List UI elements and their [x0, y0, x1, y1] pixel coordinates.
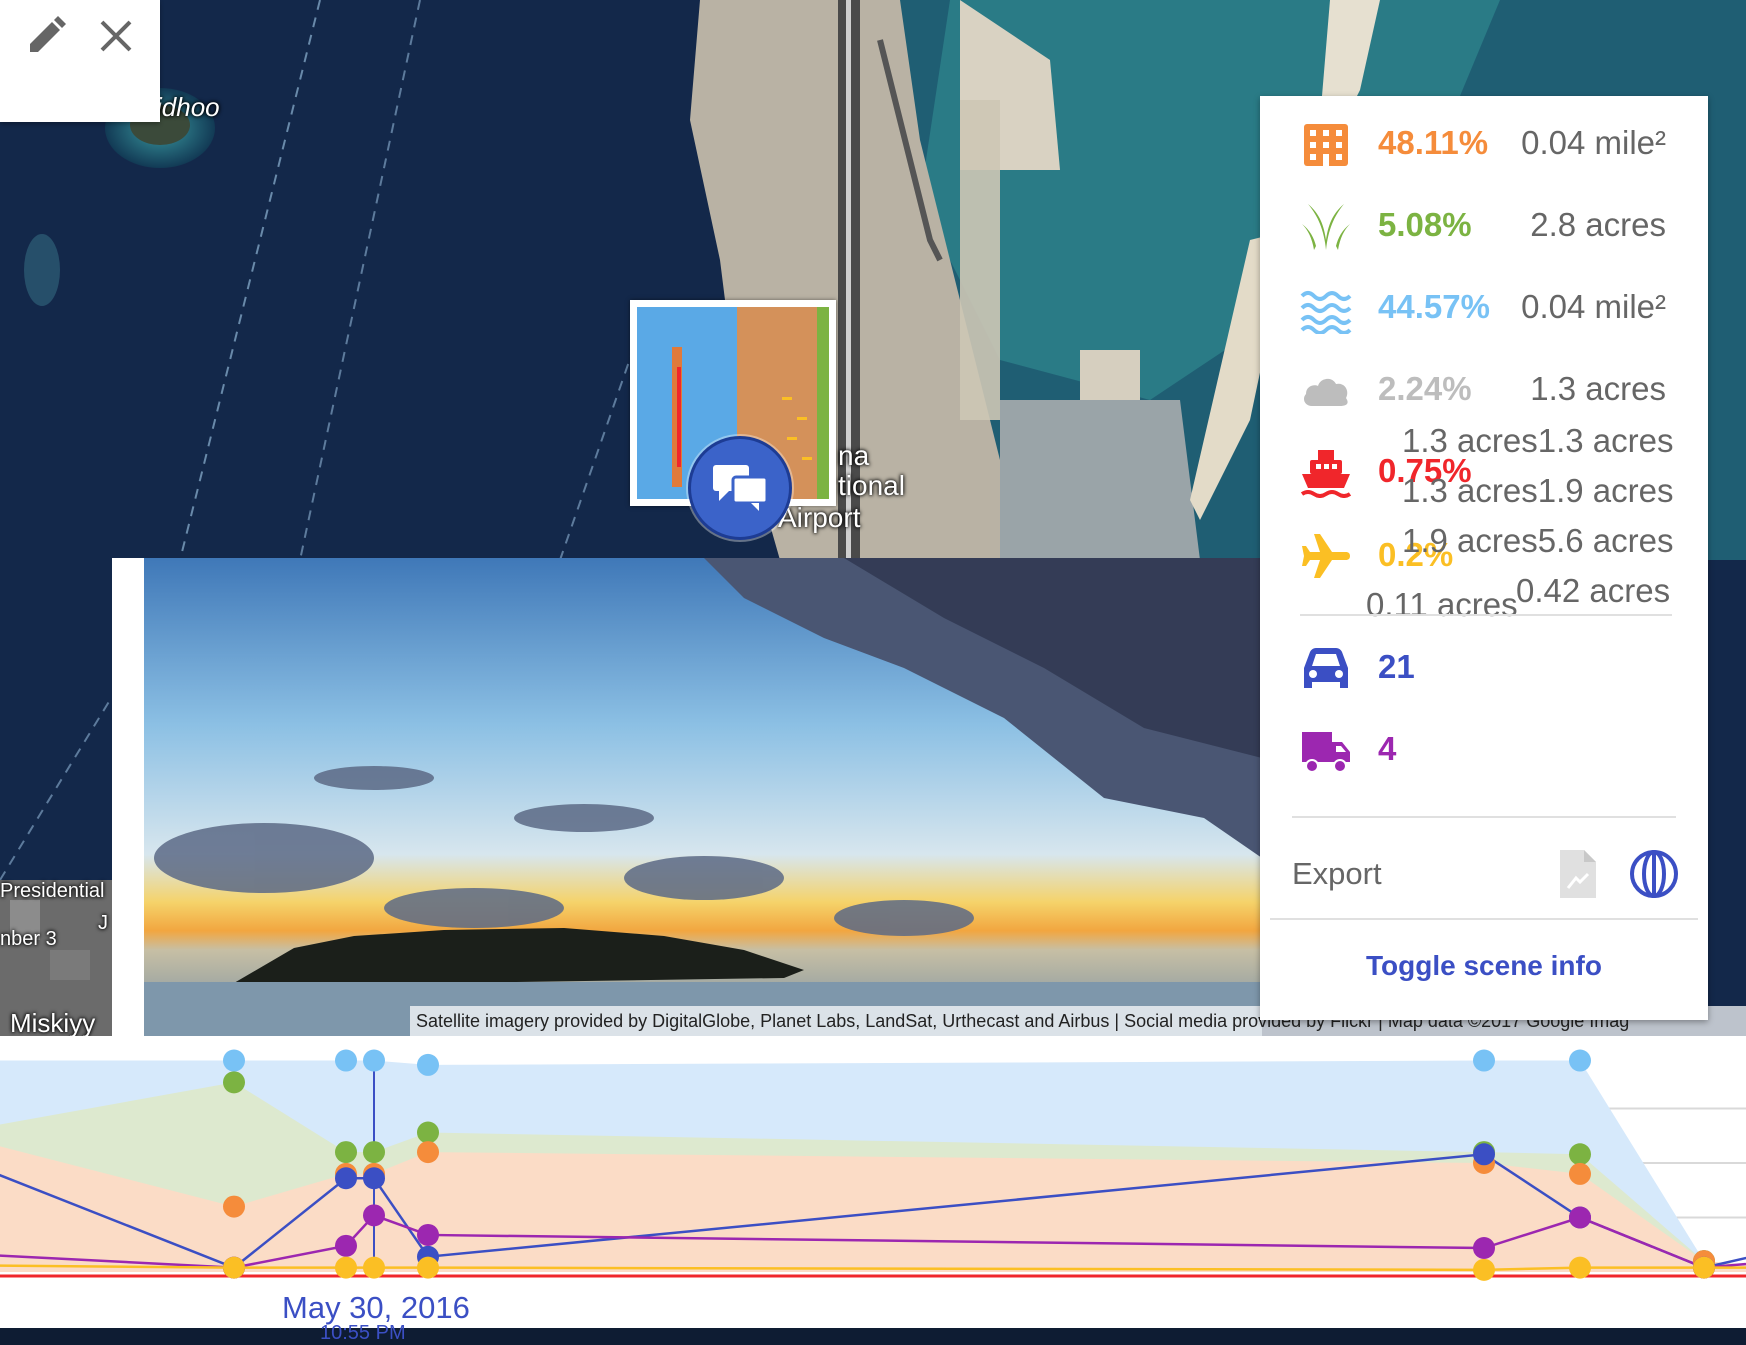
timeline-date-label: May 30, 2016	[282, 1290, 470, 1325]
timeline-point-s5-1	[223, 1256, 245, 1279]
timeline-point-s4-4	[417, 1223, 439, 1246]
csv-file-icon[interactable]	[1556, 848, 1600, 900]
timeline-svg	[0, 1049, 1746, 1281]
sunset-photo	[144, 558, 1262, 1036]
count-row-cars: 21	[1260, 634, 1708, 704]
timeline-point-s3-3	[363, 1167, 385, 1190]
vegetation-area: 2.8 acres	[1530, 206, 1666, 243]
cloud-area: 1.3 acres	[1530, 370, 1666, 407]
timeline-chart[interactable]	[0, 1036, 1746, 1328]
airport-label-line-2: tional	[838, 470, 905, 501]
buildings-percent: 48.11%	[1378, 124, 1489, 161]
timeline-point-s1-1	[223, 1071, 245, 1094]
landcover-row-cloud: 2.24% 1.3 acres	[1260, 356, 1708, 426]
street-label-j: J	[98, 912, 108, 934]
edit-button[interactable]	[20, 10, 72, 62]
airport-label-line-1: na	[838, 440, 870, 471]
timeline-point-s0-3	[363, 1049, 385, 1072]
export-label: Export	[1292, 856, 1382, 891]
timeline-point-s1-2	[335, 1141, 357, 1164]
timeline-point-s4-5	[1473, 1237, 1495, 1260]
timeline-point-s2-6	[1569, 1162, 1591, 1185]
timeline-point-s0-4	[417, 1053, 439, 1076]
timeline-point-s1-4	[417, 1121, 439, 1144]
timeline-point-s2-1	[223, 1195, 245, 1218]
airport-label-line-3: Airport	[778, 502, 861, 533]
buildings-area: 0.04 mile²	[1521, 124, 1666, 161]
cloud-percent: 2.24%	[1378, 370, 1472, 407]
water-icon	[1300, 291, 1352, 334]
street-label-miskiyy: Miskiyy	[10, 1008, 96, 1038]
buildings-icon	[1304, 124, 1348, 166]
timeline-point-s0-6	[1569, 1049, 1591, 1072]
landcover-row-vegetation: 5.08% 2.8 acres	[1260, 192, 1708, 262]
timeline-point-s4-2	[335, 1234, 357, 1257]
divider-counts	[1292, 816, 1676, 818]
divider-landcover	[1300, 614, 1672, 616]
overlap-area-1: 1.3 acres1.3 acres	[1402, 422, 1674, 459]
scene-info-panel: 48.11% 0.04 mile² 5.08% 2.8 acres 44.57%…	[1260, 96, 1708, 1020]
divider-export	[1270, 918, 1698, 920]
count-row-trucks: 4	[1260, 716, 1708, 786]
timeline-point-s5-5	[1473, 1258, 1495, 1281]
landcover-row-buildings: 48.11% 0.04 mile²	[1260, 110, 1708, 180]
toggle-scene-info-button[interactable]: Toggle scene info	[1260, 950, 1708, 982]
social-photo-card[interactable]: Satellite imagery provided by DigitalGlo…	[112, 558, 1746, 1036]
timeline-point-s0-2	[335, 1049, 357, 1072]
timeline-point-s1-6	[1569, 1143, 1591, 1166]
timeline-point-s4-6	[1569, 1206, 1591, 1229]
street-label-nber: nber 3	[0, 928, 57, 950]
cloud-icon	[1304, 378, 1348, 406]
water-area: 0.04 mile²	[1521, 288, 1666, 325]
timeline-point-s3-5	[1473, 1143, 1495, 1166]
timeline-time-label: 10:55 PM	[320, 1322, 406, 1344]
timeline-point-s0-1	[223, 1049, 245, 1072]
timeline-point-s1-3	[363, 1141, 385, 1164]
airplane-icon	[1302, 534, 1350, 578]
close-button[interactable]	[90, 10, 142, 62]
timeline-point-s0-5	[1473, 1049, 1495, 1072]
ship-icon	[1300, 450, 1352, 498]
timeline-point-s5-3	[363, 1256, 385, 1279]
timeline-point-s3-2	[335, 1167, 357, 1190]
timeline-point-s5-4	[417, 1256, 439, 1279]
island-label: idhoo	[156, 92, 220, 122]
truck-icon	[1302, 732, 1350, 773]
car-icon	[1304, 648, 1348, 688]
timeline-point-s4-3	[363, 1204, 385, 1227]
overlap-area-3: 1.9 acres5.6 acres	[1402, 522, 1674, 559]
car-count: 21	[1378, 648, 1415, 685]
overlap-area-4: 0.42 acres	[1516, 572, 1671, 609]
close-icon	[100, 20, 132, 52]
map-toolbar	[0, 0, 160, 122]
truck-count: 4	[1378, 730, 1397, 767]
chat-bubbles-icon	[713, 465, 769, 511]
timeline-point-s5-7	[1693, 1256, 1715, 1279]
street-label-presidential: Presidential	[0, 880, 105, 902]
vegetation-percent: 5.08%	[1378, 206, 1472, 243]
timeline-point-s5-2	[335, 1256, 357, 1279]
landcover-row-water: 44.57% 0.04 mile²	[1260, 274, 1708, 344]
geojson-globe-icon[interactable]	[1628, 848, 1680, 900]
pencil-icon	[30, 16, 66, 52]
timeline-point-s2-4	[417, 1141, 439, 1164]
social-media-marker[interactable]	[688, 436, 792, 540]
water-percent: 44.57%	[1378, 288, 1490, 325]
vegetation-icon	[1302, 204, 1350, 250]
overlap-area-5: 0.11 acres	[1366, 586, 1518, 623]
overlap-area-2: 1.3 acres1.9 acres	[1402, 472, 1674, 509]
timeline-point-s5-6	[1569, 1256, 1591, 1279]
